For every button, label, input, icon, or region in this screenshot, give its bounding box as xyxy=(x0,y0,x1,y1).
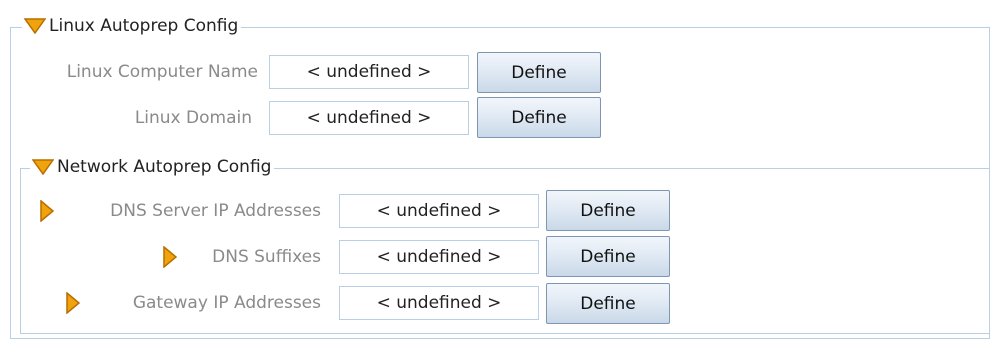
linux-domain-value: < undefined > xyxy=(269,101,469,135)
dns-server-ip-label: DNS Server IP Addresses xyxy=(110,201,321,221)
gateway-ip-define-button[interactable]: Define xyxy=(546,283,670,324)
linux-domain-define-button[interactable]: Define xyxy=(477,97,601,138)
linux-computer-name-value: < undefined > xyxy=(269,55,469,89)
network-autoprep-title: Network Autoprep Config xyxy=(57,157,272,177)
dns-suffixes-value: < undefined > xyxy=(339,240,539,274)
gateway-ip-value: < undefined > xyxy=(339,286,539,320)
gateway-ip-label: Gateway IP Addresses xyxy=(132,293,321,313)
triangle-down-icon[interactable] xyxy=(24,18,46,34)
triangle-right-icon[interactable] xyxy=(66,292,80,314)
dns-server-ip-define-button[interactable]: Define xyxy=(546,190,670,231)
triangle-down-icon[interactable] xyxy=(32,159,54,175)
linux-computer-name-label: Linux Computer Name xyxy=(66,62,258,82)
linux-autoprep-title: Linux Autoprep Config xyxy=(49,16,239,36)
network-autoprep-header[interactable]: Network Autoprep Config xyxy=(30,157,275,177)
linux-autoprep-header[interactable]: Linux Autoprep Config xyxy=(22,16,242,36)
dns-suffixes-define-button[interactable]: Define xyxy=(546,236,670,277)
triangle-right-icon[interactable] xyxy=(40,200,54,222)
dns-suffixes-label: DNS Suffixes xyxy=(212,247,321,267)
linux-computer-name-define-button[interactable]: Define xyxy=(477,52,601,93)
dns-server-ip-value: < undefined > xyxy=(339,194,539,228)
linux-domain-label: Linux Domain xyxy=(134,108,252,128)
triangle-right-icon[interactable] xyxy=(163,246,177,268)
